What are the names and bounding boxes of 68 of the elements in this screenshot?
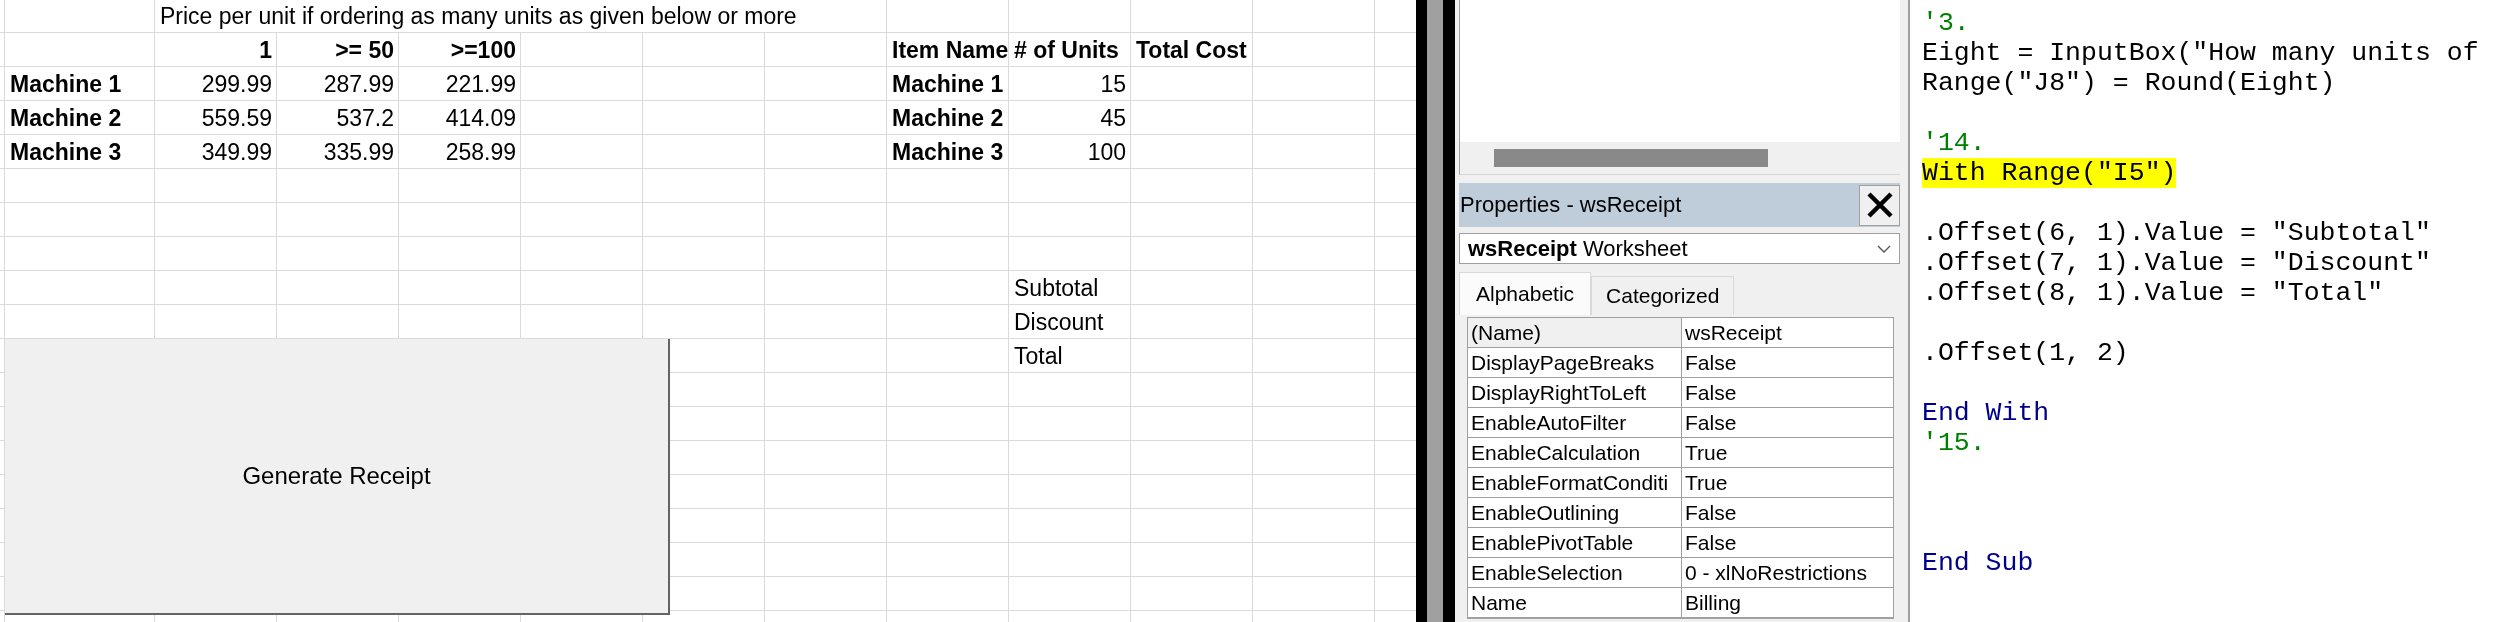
chevron-icon [1877,244,1891,253]
table-cell-text: 559.59 [200,104,273,133]
code-line: End Sub [1922,548,2034,578]
tab[interactable]: Alphabetic [1459,272,1592,315]
scrollbar-thumb[interactable] [1494,149,1768,167]
property-name[interactable]: EnableCalculation [1468,438,1682,468]
column-header: >=100 [449,36,517,65]
table-cell-text: 335.99 [322,138,395,167]
table-cell-text: 100 [1086,138,1127,167]
horizontal-scrollbar[interactable] [1459,142,1900,175]
property-value[interactable]: True [1682,438,1893,468]
property-value[interactable]: 0 - xlNoRestrictions [1682,558,1893,588]
summary-label: Subtotal [1013,274,1100,303]
panel-title: Properties - wsReceipt [1459,192,1682,218]
table-cell-text: 537.2 [335,104,395,133]
property-value[interactable]: True [1682,468,1893,498]
row-header: Machine 1 [9,70,123,99]
code-line: End With [1922,398,2050,428]
code-line: '15. [1922,428,1986,458]
object-dropdown[interactable]: wsReceipt Worksheet [1459,233,1900,264]
table-cell-text: 287.99 [322,70,395,99]
property-name[interactable]: Name [1468,588,1682,618]
property-value[interactable]: Billing [1682,588,1893,618]
property-value[interactable]: False [1682,528,1893,558]
row-header: Machine 3 [891,138,1005,167]
code-line: Eight = InputBox("How many units of [1922,38,2479,68]
column-header: Total Cost [1135,36,1248,65]
column-header: Item Name [891,36,1008,65]
property-name[interactable]: EnableAutoFilter [1468,408,1682,438]
code-line: .Offset(1, 2) [1922,338,2129,368]
summary-label: Total [1013,342,1064,371]
property-name[interactable]: EnableOutlining [1468,498,1682,528]
code-line: '3. [1922,8,1970,38]
table-cell-text: 349.99 [200,138,273,167]
summary-label: Discount [1013,308,1105,337]
table-cell-text: 258.99 [444,138,517,167]
property-name[interactable]: (Name) [1468,318,1682,348]
property-name[interactable]: DisplayPageBreaks [1468,348,1682,378]
table-cell-text: 299.99 [200,70,273,99]
close-icon [1866,192,1893,218]
table-cell-text: 15 [1099,70,1127,99]
column-header: 1 [258,36,273,65]
property-value[interactable]: wsReceipt [1682,318,1893,348]
row-header: Machine 2 [9,104,123,133]
property-value[interactable]: False [1682,348,1893,378]
property-name[interactable]: EnableSelection [1468,558,1682,588]
property-value[interactable]: False [1682,378,1893,408]
table-cell-text: 221.99 [444,70,517,99]
column-header: # of Units [1013,36,1120,65]
property-value[interactable]: False [1682,498,1893,528]
column-header: >= 50 [334,36,395,65]
code-line: Range("J8") = Round(Eight) [1922,68,2336,98]
property-name[interactable]: EnableFormatConditi [1468,468,1682,498]
code-line: .Offset(6, 1).Value = "Subtotal" [1922,218,2431,248]
row-header: Machine 1 [891,70,1005,99]
row-header: Machine 2 [891,104,1005,133]
close-button[interactable] [1859,184,1900,226]
property-name[interactable]: EnablePivotTable [1468,528,1682,558]
code-line: .Offset(7, 1).Value = "Discount" [1922,248,2431,278]
table-cell-text: 45 [1099,104,1127,133]
generate-receipt-button[interactable]: Generate Receipt [5,339,670,615]
property-value[interactable]: False [1682,408,1893,438]
tab[interactable]: Categorized [1591,276,1735,315]
table-cell-text: 414.09 [444,104,517,133]
code-line: '14. [1922,128,1986,158]
code-line: .Offset(8, 1).Value = "Total" [1922,278,2384,308]
property-name[interactable]: DisplayRightToLeft [1468,378,1682,408]
row-header: Machine 3 [9,138,123,167]
